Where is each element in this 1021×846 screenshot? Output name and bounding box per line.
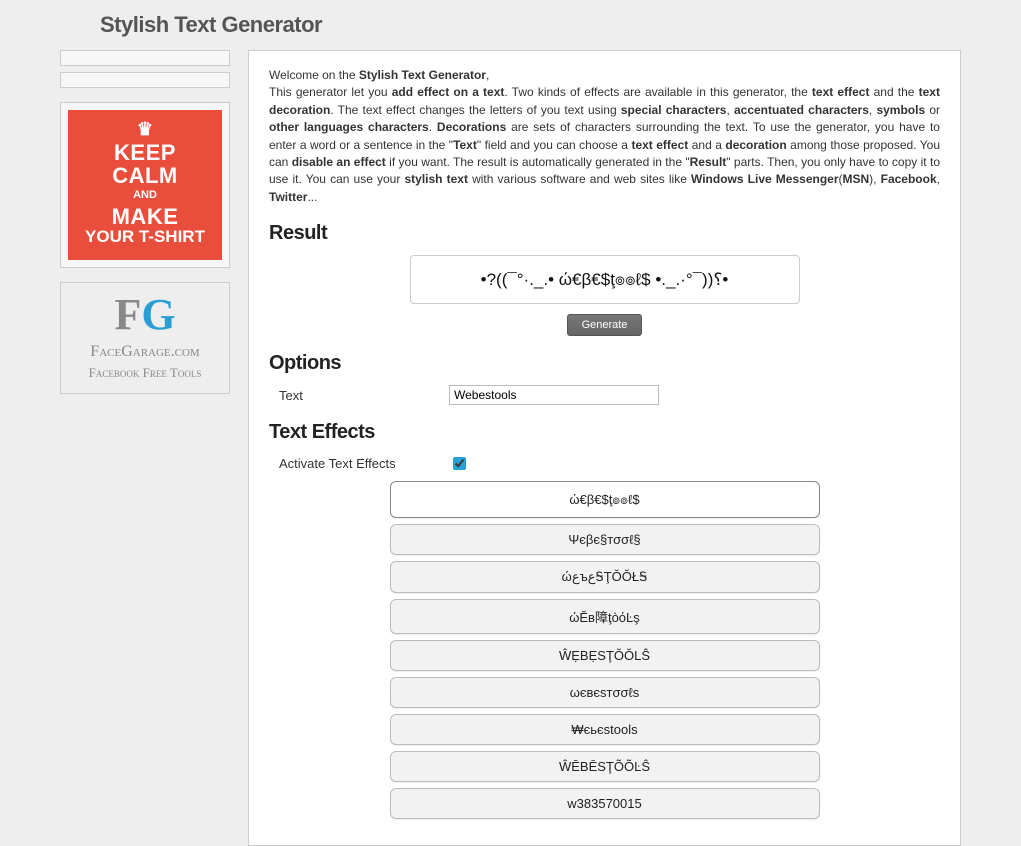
fg-f: F [114, 290, 141, 339]
effect-item[interactable]: ŴĒBĒSŢÕÕĿŜ [390, 751, 820, 782]
effect-item[interactable]: ωєвєѕтσσℓѕ [390, 677, 820, 708]
main-panel: Welcome on the Stylish Text Generator, T… [248, 50, 961, 846]
sidebar-slot [60, 50, 230, 66]
kc-line: KEEP [72, 141, 218, 164]
crown-icon: ♛ [72, 120, 218, 139]
effect-item[interactable]: Ψєβє§тσσℓ§ [390, 524, 820, 555]
activate-checkbox[interactable] [453, 457, 466, 470]
fg-g: G [141, 290, 175, 339]
intro-text: Welcome on the Stylish Text Generator, T… [269, 67, 940, 206]
text-label: Text [279, 388, 449, 403]
generate-button[interactable]: Generate [567, 314, 643, 336]
kc-line: AND [72, 190, 218, 202]
result-heading: Result [269, 222, 940, 245]
options-heading: Options [269, 352, 940, 375]
activate-label: Activate Text Effects [279, 456, 449, 471]
effect-item[interactable]: ŴẸBẸSŢŎŎLŜ [390, 640, 820, 671]
kc-line: YOUR T-SHIRT [72, 228, 218, 246]
effects-list: ώ€β€$ţ๏๏ℓ$ Ψєβє§тσσℓ§ ώﻉъﻉᎦŢŎŎŁᎦ ώĔв障ţòό… [269, 481, 940, 819]
facegarage-ad[interactable]: FG FaceGarage.com Facebook Free Tools [60, 282, 230, 394]
sidebar: ♛ KEEP CALM AND MAKE YOUR T-SHIRT FG Fac… [60, 50, 230, 394]
result-output[interactable]: •?((¯°·._.• ώ€β€$ţ๏๏ℓ$ •._.·°¯))؟• [410, 255, 800, 304]
text-effects-heading: Text Effects [269, 421, 940, 444]
fg-site: FaceGarage.com [65, 343, 225, 361]
effect-item[interactable]: ₩єьєstools [390, 714, 820, 745]
kc-line: MAKE [72, 205, 218, 228]
fg-logo: FG [65, 293, 225, 337]
page-title: Stylish Text Generator [100, 12, 1001, 38]
effect-item[interactable]: ώ€β€$ţ๏๏ℓ$ [390, 481, 820, 518]
sidebar-slot [60, 72, 230, 88]
keep-calm-ad[interactable]: ♛ KEEP CALM AND MAKE YOUR T-SHIRT [60, 102, 230, 268]
effect-item[interactable]: ώĔв障ţòόĿş [390, 599, 820, 634]
kc-line: CALM [72, 164, 218, 187]
fg-tag: Facebook Free Tools [65, 365, 225, 381]
text-input[interactable] [449, 385, 659, 405]
effect-item[interactable]: ώﻉъﻉᎦŢŎŎŁᎦ [390, 561, 820, 593]
effect-item[interactable]: w383570015 [390, 788, 820, 819]
